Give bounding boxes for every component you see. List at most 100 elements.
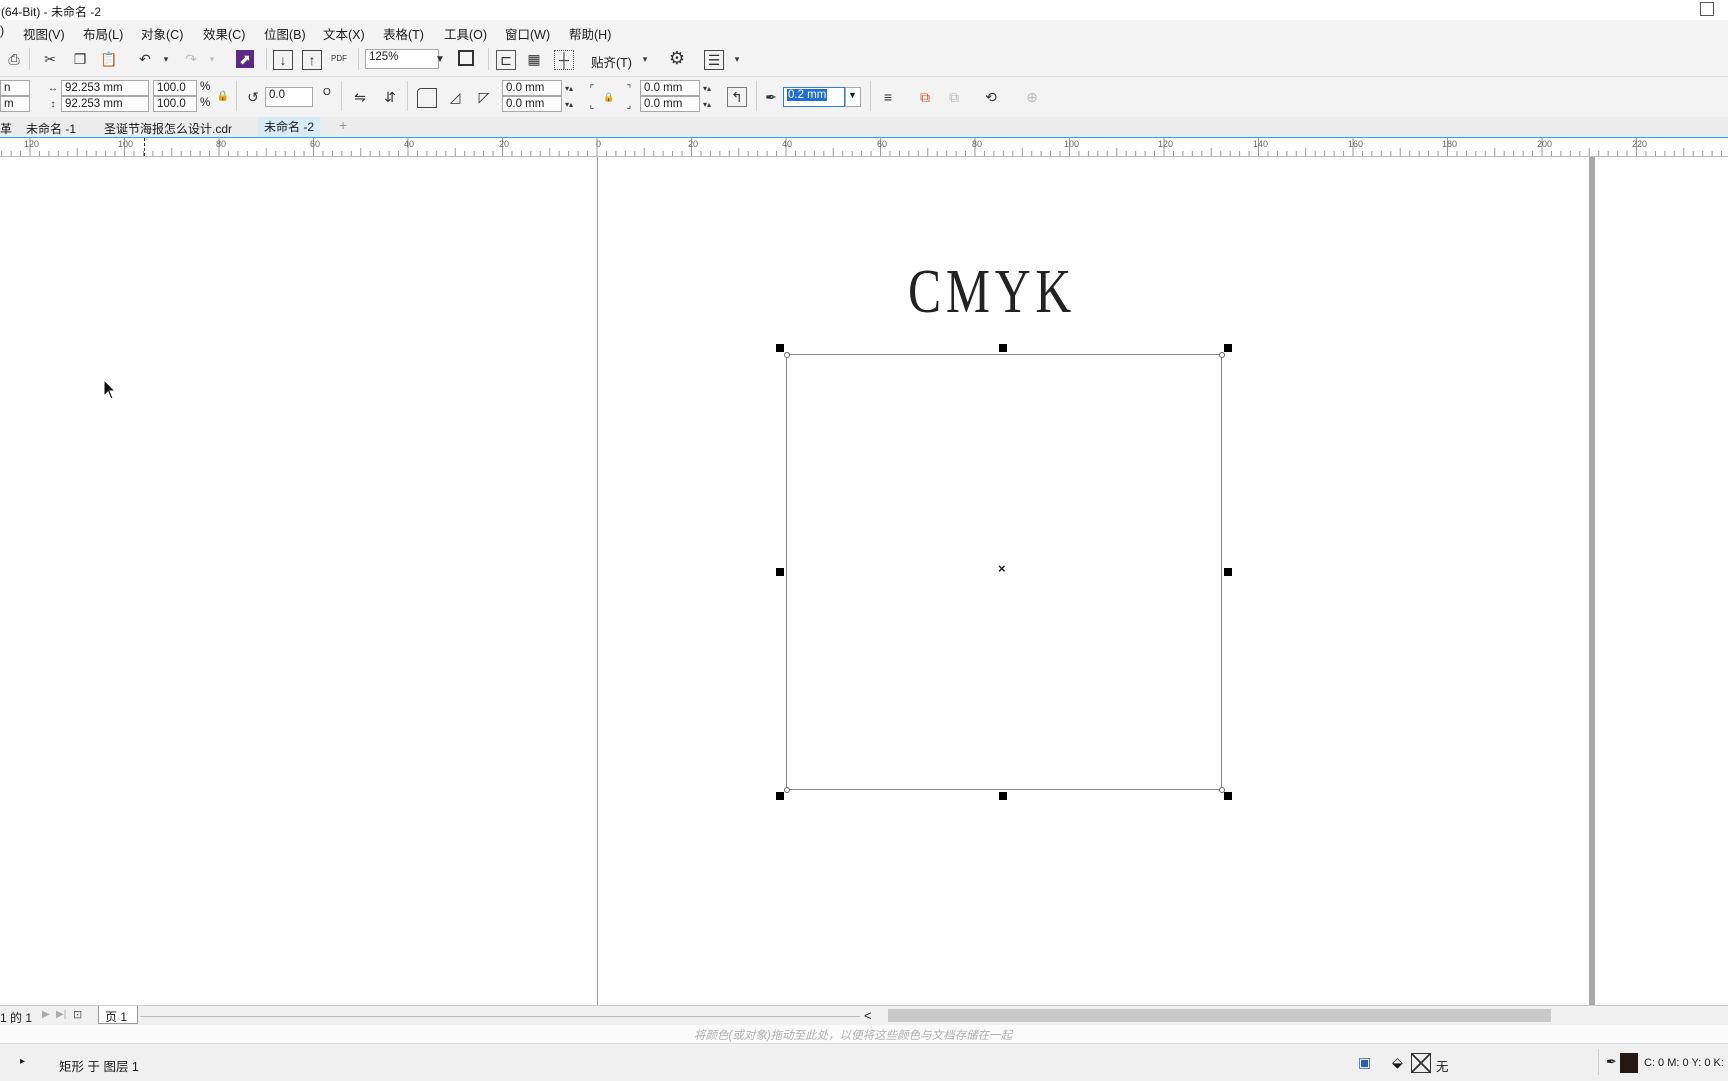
x-position-field[interactable]: n: [0, 80, 30, 96]
selection-handle-left[interactable]: [776, 568, 784, 576]
redo-icon[interactable]: ↷: [182, 50, 200, 68]
object-width-value: 92.253 mm: [65, 82, 123, 94]
add-plus-icon[interactable]: ⊕: [1023, 88, 1041, 106]
object-height-field[interactable]: 92.253 mm: [61, 96, 149, 112]
show-grid-icon[interactable]: ▦: [525, 50, 543, 68]
outline-pen-status-icon[interactable]: ✒: [1606, 1054, 1617, 1070]
selection-handle-top-left[interactable]: [776, 344, 784, 352]
menu-window[interactable]: 窗口(W): [505, 24, 550, 43]
tab-untitled-1[interactable]: 未命名 -1: [26, 120, 76, 137]
full-screen-icon[interactable]: [458, 50, 474, 66]
to-front-icon[interactable]: ⧉: [916, 88, 934, 106]
menu-layout[interactable]: 布局(L): [83, 24, 123, 43]
color-proof-icon[interactable]: ▣: [1358, 1054, 1371, 1071]
corner-spinner-2-icon[interactable]: ▾▴: [560, 95, 578, 113]
scale-width-field[interactable]: 100.0: [153, 80, 197, 96]
tab-partial[interactable]: 革: [0, 120, 12, 137]
object-width-field[interactable]: 92.253 mm: [61, 80, 149, 96]
zoom-dropdown-icon[interactable]: ▼: [431, 50, 449, 68]
show-guidelines-icon[interactable]: ┼: [554, 50, 574, 70]
corner-radius-top-left-field[interactable]: 0.0 mm: [502, 80, 562, 96]
chamfered-corner-icon[interactable]: ◸: [475, 88, 493, 106]
zoom-level-combo[interactable]: 125%: [365, 49, 439, 69]
last-page-icon[interactable]: ▶|: [56, 1009, 66, 1020]
ruler-label: 20: [688, 139, 699, 149]
import-icon[interactable]: ↓: [273, 50, 293, 70]
y-position-field[interactable]: m: [0, 96, 30, 112]
menu-help[interactable]: 帮助(H): [569, 24, 611, 43]
corner-radius-bottom-left-field[interactable]: 0.0 mm: [502, 96, 562, 112]
redo-dropdown-icon[interactable]: ▾: [203, 50, 221, 68]
undo-icon[interactable]: ↶: [136, 50, 154, 68]
add-tab-icon[interactable]: +: [339, 117, 347, 133]
selection-handle-top[interactable]: [999, 344, 1007, 352]
corner-node[interactable]: [1219, 352, 1225, 358]
no-fill-swatch[interactable]: [1411, 1053, 1431, 1073]
mirror-vertical-icon[interactable]: ⇵: [381, 88, 399, 106]
snap-to-button[interactable]: 贴齐(T): [591, 52, 632, 71]
user-icon[interactable]: [1700, 2, 1714, 16]
options-gear-icon[interactable]: ⚙: [668, 48, 686, 68]
document-palette[interactable]: 将颜色(或对象)拖动至此处，以便将这些颜色与文档存储在一起: [0, 1025, 1728, 1043]
relative-corner-scaling-icon[interactable]: ↰: [727, 87, 747, 107]
copy-icon[interactable]: ❐: [71, 50, 89, 68]
page-tab-1[interactable]: 页 1: [98, 1006, 138, 1024]
text-wrap-icon[interactable]: ≡: [879, 88, 897, 106]
export-icon[interactable]: ↑: [302, 50, 322, 70]
menu-partial[interactable]: ): [0, 24, 4, 38]
snap-dropdown-icon[interactable]: ▾: [636, 50, 654, 68]
scale-height-field[interactable]: 100.0: [153, 96, 197, 112]
selection-handle-bottom[interactable]: [999, 792, 1007, 800]
cut-icon[interactable]: ✂: [41, 50, 59, 68]
outline-width-field[interactable]: 0.2 mm: [783, 87, 845, 107]
next-page-icon[interactable]: ▶: [42, 1009, 50, 1020]
show-rulers-icon[interactable]: ⊏: [496, 50, 516, 70]
tab-christmas-poster[interactable]: 圣诞节海报怎么设计.cdr: [104, 120, 232, 137]
to-back-icon[interactable]: ⧉: [945, 88, 963, 106]
corner-radius-top-right-field[interactable]: 0.0 mm: [640, 80, 700, 96]
corner-lock-icon[interactable]: 🔒: [600, 88, 618, 106]
rotation-angle-field[interactable]: 0.0: [265, 87, 313, 107]
selection-handle-bottom-right[interactable]: [1224, 792, 1232, 800]
paste-icon[interactable]: 📋: [100, 50, 118, 68]
selection-handle-top-right[interactable]: [1224, 344, 1232, 352]
corner-node[interactable]: [784, 787, 790, 793]
corner-node[interactable]: [784, 352, 790, 358]
convert-to-curves-icon[interactable]: ⟲: [982, 88, 1000, 106]
outline-width-dropdown-icon[interactable]: ▼: [845, 87, 861, 107]
lock-ratio-icon[interactable]: 🔒: [214, 87, 232, 105]
cmyk-heading-text[interactable]: CMYK: [908, 257, 1076, 328]
publish-pdf-icon[interactable]: PDF: [330, 49, 348, 67]
round-corner-icon[interactable]: [417, 88, 437, 108]
horizontal-scrollbar-thumb[interactable]: [888, 1009, 1551, 1022]
add-page-icon[interactable]: ⊡: [73, 1008, 82, 1021]
menu-effects[interactable]: 效果(C): [203, 24, 245, 43]
corner-radius-bottom-right-field[interactable]: 0.0 mm: [640, 96, 700, 112]
corel-connect-icon[interactable]: ⬈: [236, 50, 254, 68]
corner-spinner-4-icon[interactable]: ▾▴: [698, 95, 716, 113]
tab-untitled-2[interactable]: 未命名 -2: [258, 117, 321, 137]
ruler-label: 60: [310, 139, 321, 149]
drawing-canvas[interactable]: CMYK ×: [0, 157, 1728, 1005]
ruler-label: 120: [1158, 139, 1174, 149]
status-expand-icon[interactable]: ▸: [20, 1056, 25, 1067]
selection-handle-bottom-left[interactable]: [776, 792, 784, 800]
fill-bucket-icon[interactable]: ⬙: [1392, 1054, 1403, 1071]
menu-bitmaps[interactable]: 位图(B): [264, 24, 306, 43]
mirror-horizontal-icon[interactable]: ⇋: [351, 88, 369, 106]
print-icon[interactable]: ⎙: [5, 50, 23, 68]
menu-object[interactable]: 对象(C): [141, 24, 183, 43]
undo-dropdown-icon[interactable]: ▾: [157, 50, 175, 68]
menu-text[interactable]: 文本(X): [323, 24, 365, 43]
menu-table[interactable]: 表格(T): [383, 24, 424, 43]
scalloped-corner-icon[interactable]: ◿: [446, 88, 464, 106]
center-marker-icon[interactable]: ×: [998, 561, 1006, 576]
horizontal-ruler[interactable]: 120 100 80 60 40 20 0 20 40 60 80 100 12…: [0, 138, 1728, 157]
selection-handle-right[interactable]: [1224, 568, 1232, 576]
outline-color-swatch[interactable]: [1620, 1053, 1638, 1073]
scroll-left-icon[interactable]: <: [864, 1008, 872, 1023]
launcher-dropdown-icon[interactable]: ▾: [728, 50, 746, 68]
menu-tools[interactable]: 工具(O): [444, 24, 487, 43]
menu-view[interactable]: 视图(V): [23, 24, 65, 43]
application-launcher-icon[interactable]: ☰: [704, 50, 724, 70]
